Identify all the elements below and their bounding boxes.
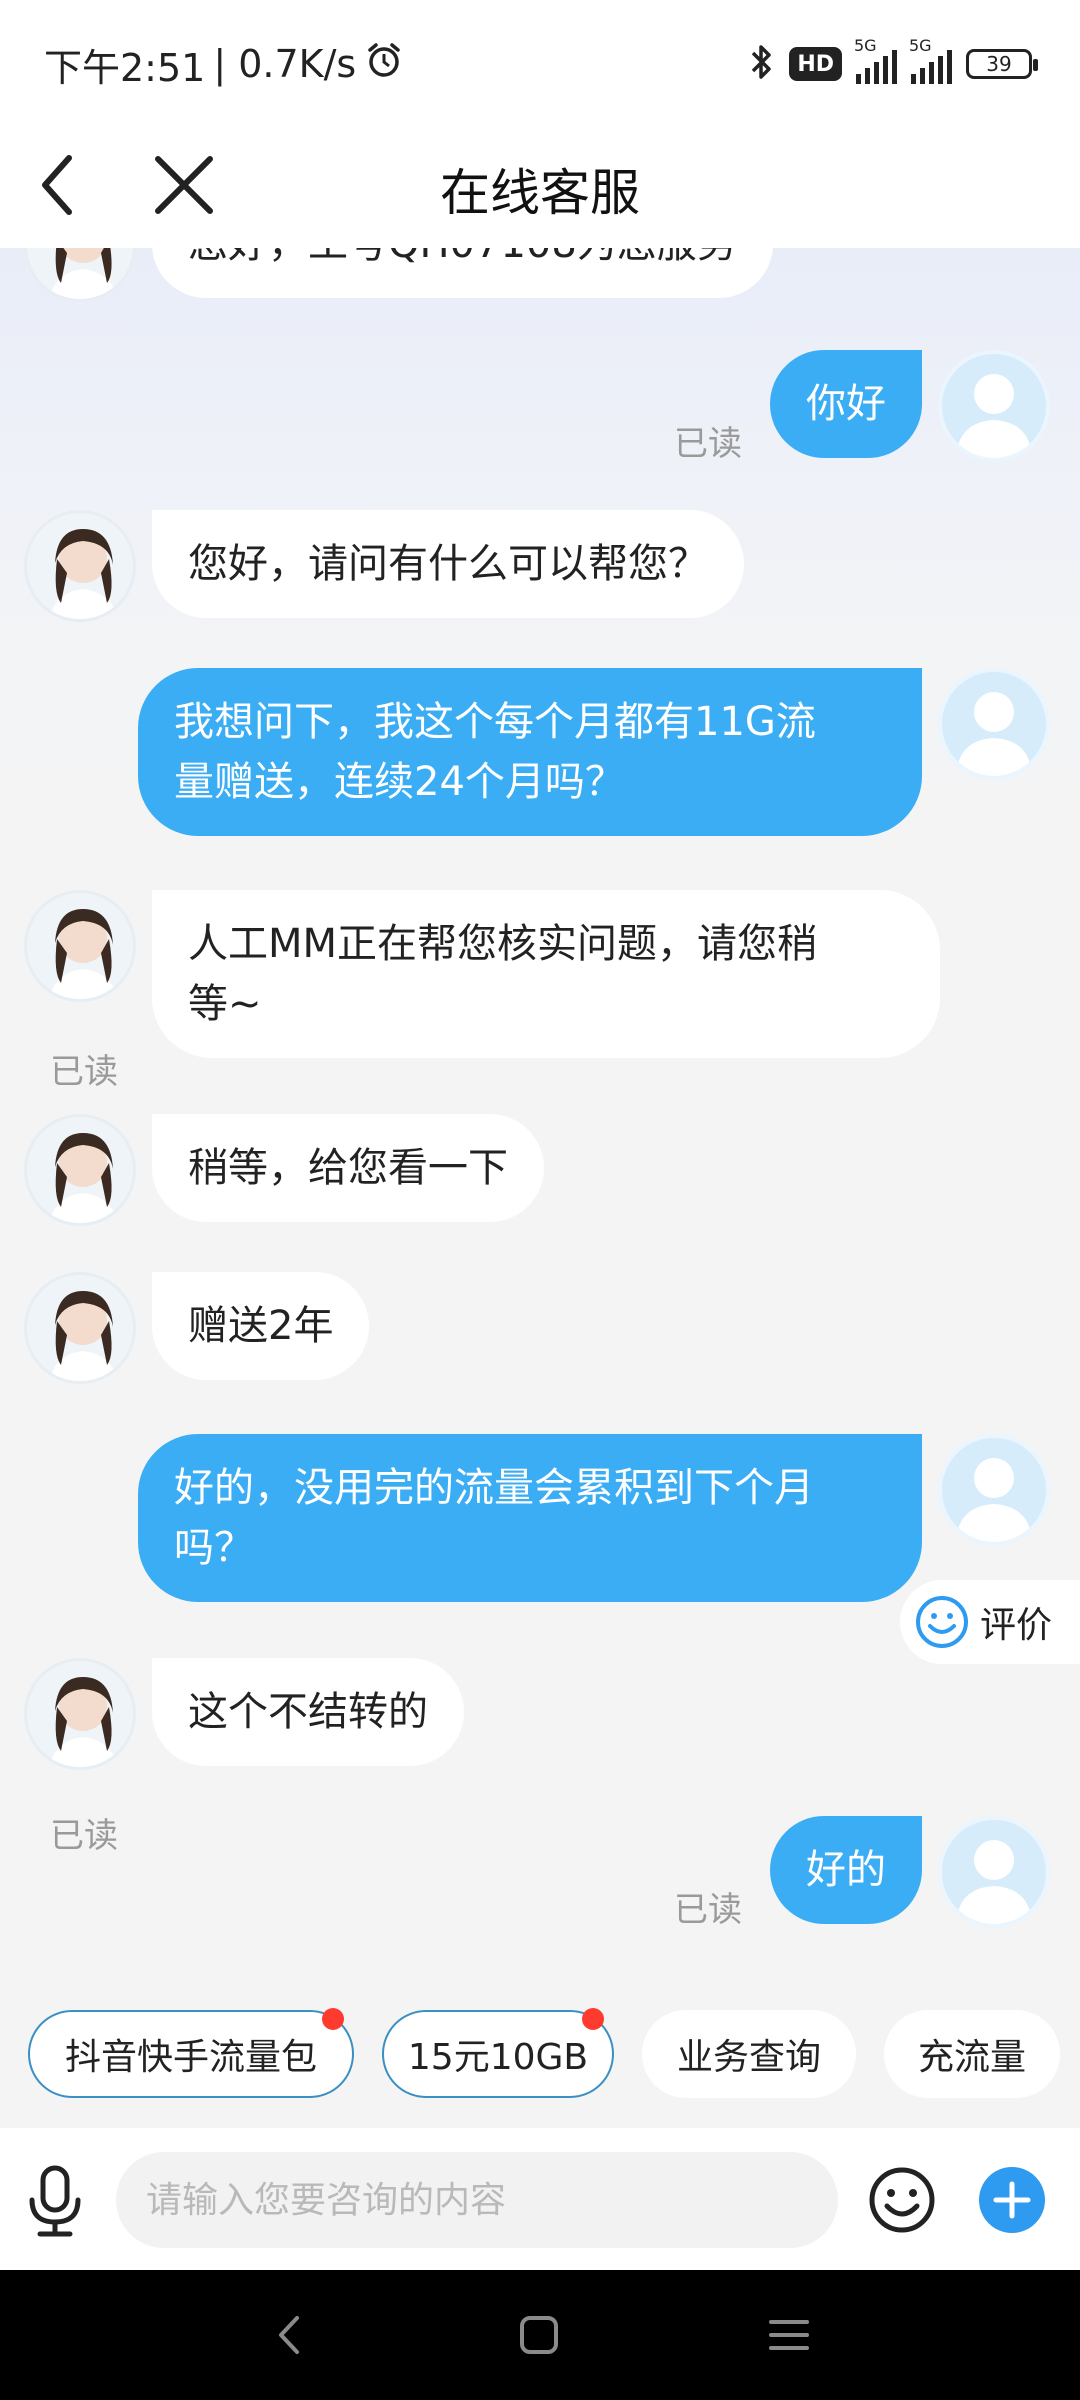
- user-message-bubble: 我想问下，我这个每个月都有11G流 量赠送，连续24个月吗？: [138, 668, 922, 836]
- notification-dot: [582, 2008, 604, 2030]
- agent-message-bubble: 稍等，给您看一下: [152, 1114, 544, 1222]
- user-avatar: [938, 668, 1050, 780]
- user-message-bubble: 你好: [770, 350, 922, 458]
- emoji-button[interactable]: [866, 2164, 938, 2236]
- chip-label: 充流量: [917, 2037, 1026, 2078]
- user-avatar: [938, 350, 1050, 462]
- nav-menu-button[interactable]: [754, 2300, 824, 2370]
- rating-label: 评价: [980, 1605, 1053, 1646]
- signal-1-icon: 5G: [854, 36, 897, 84]
- read-status: 已读: [50, 1052, 118, 1092]
- agent-message-bubble: 人工MM正在帮您核实问题，请您稍 等~: [152, 890, 940, 1058]
- agent-avatar: [24, 1272, 136, 1384]
- message-line: 好的，没用完的流量会累积到下个月: [174, 1465, 814, 1511]
- message-line: 我想问下，我这个每个月都有11G流: [174, 699, 816, 745]
- agent-message-bubble: 您好，工号QH07108为您服务: [152, 248, 773, 298]
- agent-avatar: [24, 1114, 136, 1226]
- user-message-bubble: 好的，没用完的流量会累积到下个月 吗？: [138, 1434, 922, 1602]
- quick-chip[interactable]: 15元10GB: [382, 2008, 614, 2098]
- system-nav-bar: [0, 2270, 1080, 2400]
- message-line: 吗？: [174, 1525, 254, 1571]
- read-status: 已读: [674, 424, 742, 464]
- nav-back-button[interactable]: [254, 2300, 324, 2370]
- quick-chip[interactable]: 充流量: [884, 2010, 1060, 2098]
- input-bar: [0, 2128, 1080, 2270]
- chip-label: 业务查询: [676, 2037, 821, 2078]
- read-status: 已读: [50, 1816, 118, 1856]
- chat-area[interactable]: 您好，工号QH07108为您服务 你好 已读 您好，请问有什么可以帮您？ 我想问…: [0, 248, 1080, 1958]
- status-net-speed: | 0.7K/s: [213, 42, 357, 86]
- quick-reply-bar: 抖音快手流量包 15元10GB 业务查询 充流量: [0, 1995, 1080, 2115]
- rating-button[interactable]: 评价: [900, 1580, 1080, 1664]
- nav-menu-icon: [769, 2320, 809, 2350]
- user-message-bubble: 好的: [770, 1816, 922, 1924]
- hd-badge: HD: [789, 47, 842, 81]
- message-input[interactable]: [116, 2152, 838, 2248]
- voice-button[interactable]: [20, 2164, 90, 2240]
- signal-2-label: 5G: [909, 36, 932, 55]
- message-line: 量赠送，连续24个月吗？: [174, 759, 625, 805]
- agent-avatar: [24, 510, 136, 622]
- message-line: 人工MM正在帮您核实问题，请您稍: [188, 921, 818, 967]
- nav-home-button[interactable]: [504, 2300, 574, 2370]
- smile-icon: [916, 1596, 968, 1648]
- agent-message-bubble: 这个不结转的: [152, 1658, 464, 1766]
- nav-back-icon: [279, 2316, 299, 2354]
- bluetooth-icon: [747, 42, 775, 86]
- agent-avatar: [24, 1658, 136, 1770]
- status-right: HD 5G 5G 39: [747, 36, 1038, 92]
- microphone-icon: [29, 2165, 81, 2237]
- alarm-icon: [364, 40, 404, 89]
- user-avatar: [938, 1816, 1050, 1928]
- status-time: 下午2:51: [44, 45, 206, 90]
- plus-icon: [979, 2167, 1045, 2233]
- signal-2-icon: 5G: [909, 36, 952, 84]
- emoji-icon: [869, 2167, 935, 2233]
- quick-chip[interactable]: 业务查询: [642, 2010, 856, 2098]
- agent-avatar: [24, 248, 136, 302]
- status-left: 下午2:51 | 0.7K/s: [44, 38, 404, 90]
- add-button[interactable]: [976, 2164, 1048, 2236]
- user-avatar: [938, 1434, 1050, 1546]
- chat-header: 在线客服: [0, 125, 1080, 248]
- battery-icon: 39: [966, 49, 1038, 79]
- chip-label: 15元10GB: [407, 2037, 589, 2078]
- page-title: 在线客服: [440, 164, 640, 222]
- nav-home-icon: [520, 2316, 558, 2354]
- agent-message-bubble: 您好，请问有什么可以帮您？: [152, 510, 744, 618]
- notification-dot: [322, 2008, 344, 2030]
- status-bar: 下午2:51 | 0.7K/s HD 5G 5G 39: [0, 0, 1080, 125]
- quick-chip[interactable]: 抖音快手流量包: [28, 2008, 354, 2098]
- chip-label: 抖音快手流量包: [64, 2037, 317, 2078]
- read-status: 已读: [674, 1890, 742, 1930]
- message-line: 等~: [188, 981, 262, 1027]
- signal-1-label: 5G: [854, 36, 877, 55]
- agent-avatar: [24, 890, 136, 1002]
- agent-message-bubble: 赠送2年: [152, 1272, 370, 1380]
